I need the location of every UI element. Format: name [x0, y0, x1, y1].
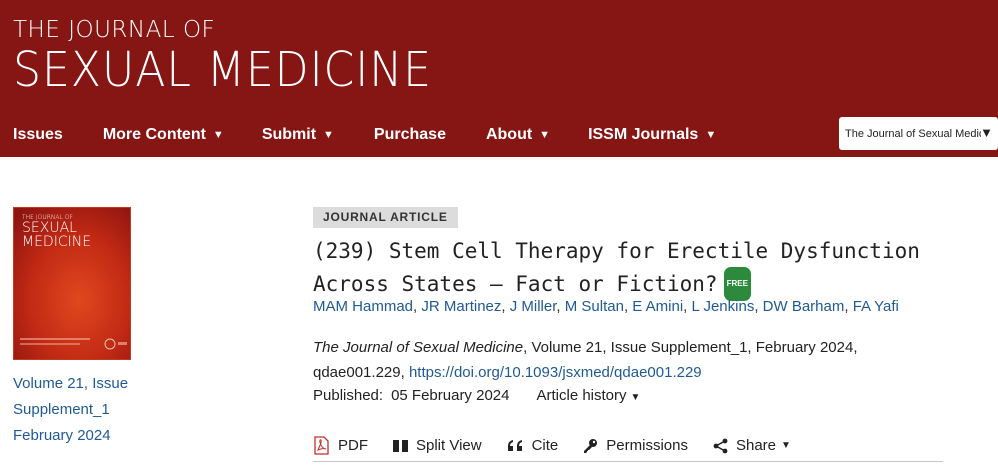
- author-link[interactable]: FA Yafi: [853, 298, 899, 315]
- author-link[interactable]: J Miller: [510, 298, 557, 315]
- share-icon: [713, 438, 728, 453]
- split-view-icon: [393, 439, 408, 452]
- nav-submit[interactable]: Submit ▼: [262, 126, 334, 144]
- share-button[interactable]: Share ▼: [713, 437, 791, 454]
- logo-line-1: THE JOURNAL OF: [13, 17, 216, 43]
- select-caret-icon: ▼: [980, 125, 993, 140]
- pdf-icon: [314, 436, 329, 455]
- cover-title-line-3: MEDICINE: [22, 234, 92, 250]
- publication-info: Published: 05 February 2024 Article hist…: [313, 387, 640, 404]
- citation-journal-name: The Journal of Sexual Medicine: [313, 339, 524, 356]
- published-date: 05 February 2024: [391, 387, 510, 404]
- nav-issues-label: Issues: [13, 126, 63, 143]
- citation: The Journal of Sexual Medicine, Volume 2…: [313, 335, 933, 385]
- issue-link-line-3: February 2024: [13, 427, 111, 444]
- doi-link[interactable]: https://doi.org/10.1093/jsxmed/qdae001.2…: [409, 364, 702, 381]
- nav-issm-journals-label: ISSM Journals: [588, 126, 699, 143]
- article-type-badge: JOURNAL ARTICLE: [313, 207, 458, 228]
- article-history-toggle[interactable]: Article history ▼: [536, 387, 640, 404]
- issue-cover-image[interactable]: THE JOURNAL OF SEXUAL MEDICINE: [13, 207, 131, 360]
- author-link[interactable]: MAM Hammad: [313, 298, 413, 315]
- journal-select-value: The Journal of Sexual Medicine: [845, 127, 981, 140]
- journal-select[interactable]: The Journal of Sexual Medicine ▼: [839, 117, 998, 150]
- nav-purchase-label: Purchase: [373, 126, 446, 143]
- cite-button[interactable]: Cite: [507, 437, 559, 454]
- split-view-button[interactable]: Split View: [393, 437, 482, 454]
- nav-more-content[interactable]: More Content ▼: [103, 126, 224, 144]
- permissions-button[interactable]: Permissions: [583, 437, 688, 454]
- quote-icon: [507, 440, 522, 451]
- permissions-label: Permissions: [606, 437, 688, 454]
- share-label: Share: [735, 437, 776, 454]
- nav-more-content-label: More Content: [102, 126, 206, 143]
- masthead: THE JOURNAL OF SEXUAL MEDICINE Issues Mo…: [0, 0, 998, 157]
- cover-title-line-2: SEXUAL: [22, 220, 77, 236]
- published-label: Published:: [313, 387, 384, 404]
- article-toolbar: PDF Split View Cite Permissions Share ▼: [313, 430, 943, 462]
- logo-line-2: SEXUAL MEDICINE: [13, 42, 432, 98]
- author-link[interactable]: L Jenkins: [692, 298, 755, 315]
- nav-about-label: About: [485, 126, 533, 143]
- caret-down-icon: ▼: [323, 129, 334, 141]
- key-icon: [584, 438, 598, 453]
- pdf-label: PDF: [338, 437, 368, 454]
- author-list: MAM Hammad, JR Martinez, J Miller, M Sul…: [313, 298, 899, 315]
- nav-about[interactable]: About ▼: [486, 126, 550, 144]
- author-link[interactable]: E Amini: [632, 298, 683, 315]
- cite-label: Cite: [531, 437, 559, 454]
- issue-link[interactable]: Volume 21, Issue Supplement_1 February 2…: [13, 371, 153, 449]
- caret-down-icon: ▼: [212, 129, 224, 141]
- nav-submit-label: Submit: [261, 126, 317, 143]
- caret-down-icon: ▼: [539, 129, 551, 141]
- nav-issues[interactable]: Issues: [13, 126, 63, 144]
- issue-link-line-2: Supplement_1: [13, 401, 110, 418]
- split-view-label: Split View: [416, 437, 482, 454]
- article-title-text: (239) Stem Cell Therapy for Erectile Dys…: [313, 239, 920, 296]
- free-badge: FREE: [723, 267, 751, 301]
- author-link[interactable]: M Sultan: [565, 298, 624, 315]
- article-history-label: Article history: [536, 387, 627, 404]
- caret-down-icon: ▼: [781, 440, 791, 451]
- journal-logo[interactable]: THE JOURNAL OF SEXUAL MEDICINE: [13, 17, 468, 98]
- nav-purchase[interactable]: Purchase: [374, 126, 446, 144]
- author-link[interactable]: DW Barham: [763, 298, 845, 315]
- cover-title: THE JOURNAL OF SEXUAL MEDICINE: [22, 214, 91, 249]
- caret-down-icon: ▼: [705, 129, 717, 141]
- pdf-button[interactable]: PDF: [313, 436, 368, 455]
- author-link[interactable]: JR Martinez: [421, 298, 501, 315]
- nav-issm-journals[interactable]: ISSM Journals ▼: [588, 126, 716, 144]
- issue-link-line-1: Volume 21, Issue: [13, 375, 129, 392]
- caret-down-icon: ▼: [630, 392, 641, 403]
- article-title: (239) Stem Cell Therapy for Erectile Dys…: [313, 235, 933, 301]
